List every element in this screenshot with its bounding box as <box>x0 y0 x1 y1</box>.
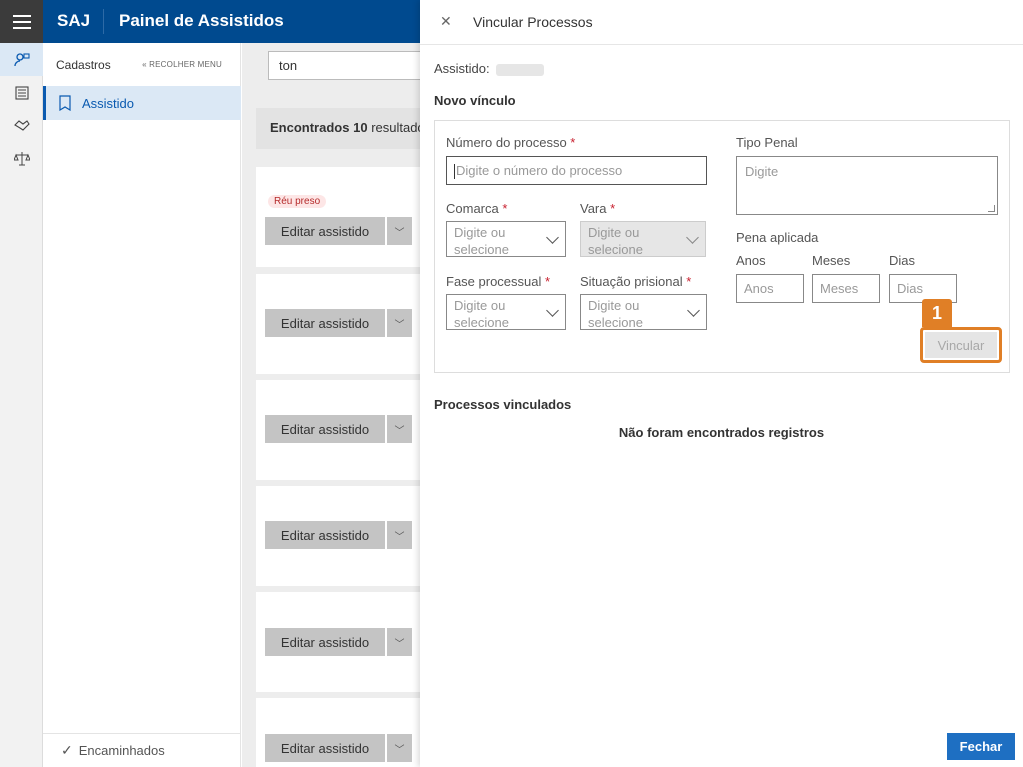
app-title: Painel de Assistidos <box>119 11 284 30</box>
edit-assistido-button[interactable]: Editar assistido <box>265 734 385 762</box>
close-icon[interactable]: ✕ <box>440 13 452 30</box>
vara-select: Digite ou selecione <box>580 221 706 257</box>
sidebar-heading: Cadastros <box>56 58 111 72</box>
edit-assistido-button[interactable]: Editar assistido <box>265 521 385 549</box>
status-badge: Réu preso <box>268 195 327 208</box>
new-link-title: Novo vínculo <box>434 93 516 108</box>
check-icon: ✓ <box>61 742 73 758</box>
numero-processo-label: Número do processo * <box>446 135 575 150</box>
chevron-down-icon <box>546 304 559 317</box>
anos-input[interactable]: Anos <box>736 274 804 303</box>
pena-aplicada-label: Pena aplicada <box>736 230 819 245</box>
meses-input[interactable]: Meses <box>812 274 880 303</box>
list-icon[interactable] <box>0 76 43 109</box>
main-list-area: ton Encontrados 10 resultado Réu preso E… <box>242 43 420 767</box>
vincular-processos-panel: ✕ Vincular Processos Assistido: Novo vín… <box>420 0 1023 767</box>
situacao-prisional-label: Situação prisional * <box>580 274 691 289</box>
edit-assistido-button[interactable]: Editar assistido <box>265 628 385 656</box>
search-input[interactable]: ton <box>268 51 420 80</box>
assistido-label: Assistido: <box>434 61 490 76</box>
numero-processo-input[interactable]: Digite o número do processo <box>446 156 707 185</box>
edit-assistido-button[interactable]: Editar assistido <box>265 415 385 443</box>
brand-divider <box>103 9 104 34</box>
list-item: Editar assistido ﹀ <box>256 380 420 480</box>
sidebar-item-encaminhados[interactable]: ✓ Encaminhados <box>43 733 241 767</box>
fase-processual-placeholder: Digite ou selecione <box>454 298 509 330</box>
edit-assistido-button[interactable]: Editar assistido <box>265 217 385 245</box>
list-item: Editar assistido ﹀ <box>256 698 420 767</box>
list-item: Editar assistido ﹀ <box>256 486 420 586</box>
chevron-down-icon <box>687 304 700 317</box>
sidebar-item-assistido[interactable]: Assistido <box>43 86 241 120</box>
fase-processual-select[interactable]: Digite ou selecione <box>446 294 566 330</box>
step-callout: 1 <box>922 299 952 327</box>
edit-assistido-button[interactable]: Editar assistido <box>265 309 385 337</box>
dias-label: Dias <box>889 253 916 268</box>
empty-message: Não foram encontrados registros <box>618 425 825 440</box>
text-caret <box>454 164 455 180</box>
numero-processo-placeholder: Digite o número do processo <box>456 163 623 178</box>
chevron-down-icon[interactable]: ﹀ <box>387 734 412 762</box>
sidebar-item-label: Assistido <box>82 95 135 111</box>
linked-processes-title: Processos vinculados <box>434 397 572 412</box>
vincular-highlight: Vincular <box>920 327 1002 363</box>
vara-placeholder: Digite ou selecione <box>588 225 643 257</box>
panel-header: ✕ Vincular Processos <box>420 0 1023 45</box>
close-button[interactable]: Fechar <box>947 733 1015 760</box>
chevron-down-icon[interactable]: ﹀ <box>387 521 412 549</box>
chevron-down-icon[interactable]: ﹀ <box>387 309 412 337</box>
collapse-menu-button[interactable]: « RECOLHER MENU <box>142 60 222 69</box>
redacted-name <box>495 63 544 76</box>
tipo-penal-placeholder: Digite <box>745 164 779 179</box>
anos-label: Anos <box>736 253 766 268</box>
required-mark: * <box>686 274 692 289</box>
vincular-button[interactable]: Vincular <box>925 332 997 358</box>
situacao-prisional-placeholder: Digite ou selecione <box>588 298 643 330</box>
handshake-icon[interactable] <box>0 109 43 142</box>
assistido-line: Assistido: <box>434 61 544 76</box>
chevron-down-icon <box>546 231 559 244</box>
results-suffix: resultado <box>371 120 420 135</box>
vara-label: Vara * <box>580 201 615 216</box>
numero-processo-label-text: Número do processo <box>446 135 567 150</box>
results-count: 10 <box>353 120 368 135</box>
brand-logo: SAJ <box>57 11 91 30</box>
bookmark-icon <box>59 95 71 111</box>
chevron-down-icon[interactable]: ﹀ <box>387 217 412 245</box>
assistido-icon[interactable] <box>0 43 43 76</box>
comarca-label-text: Comarca <box>446 201 499 216</box>
chevron-down-icon <box>686 231 699 244</box>
scales-icon[interactable] <box>0 142 43 175</box>
left-rail <box>0 43 43 767</box>
panel-title: Vincular Processos <box>473 14 593 30</box>
chevron-down-icon[interactable]: ﹀ <box>387 415 412 443</box>
hamburger-menu-icon[interactable] <box>0 0 43 43</box>
tipo-penal-textarea[interactable]: Digite <box>736 156 998 215</box>
comarca-placeholder: Digite ou selecione <box>454 225 509 257</box>
list-item: Réu preso Editar assistido ﹀ <box>256 167 420 267</box>
list-item: Editar assistido ﹀ <box>256 592 420 692</box>
fase-processual-label: Fase processual * <box>446 274 550 289</box>
required-mark: * <box>570 135 576 150</box>
meses-label: Meses <box>812 253 851 268</box>
sidebar: Cadastros « RECOLHER MENU Assistido ✓ En… <box>43 43 241 767</box>
situacao-prisional-label-text: Situação prisional <box>580 274 683 289</box>
required-mark: * <box>502 201 508 216</box>
comarca-label: Comarca * <box>446 201 507 216</box>
results-summary: Encontrados 10 resultado <box>256 108 420 149</box>
resize-handle-icon[interactable] <box>988 205 995 212</box>
chevron-down-icon[interactable]: ﹀ <box>387 628 412 656</box>
comarca-select[interactable]: Digite ou selecione <box>446 221 566 257</box>
results-prefix: Encontrados <box>270 120 350 135</box>
sidebar-footer-label: Encaminhados <box>78 743 165 758</box>
collapse-menu-label: RECOLHER MENU <box>149 60 222 69</box>
fase-processual-label-text: Fase processual <box>446 274 542 289</box>
required-mark: * <box>545 274 551 289</box>
vara-label-text: Vara <box>580 201 607 216</box>
tipo-penal-label: Tipo Penal <box>736 135 798 150</box>
situacao-prisional-select[interactable]: Digite ou selecione <box>580 294 707 330</box>
required-mark: * <box>610 201 616 216</box>
list-item: Editar assistido ﹀ <box>256 274 420 374</box>
